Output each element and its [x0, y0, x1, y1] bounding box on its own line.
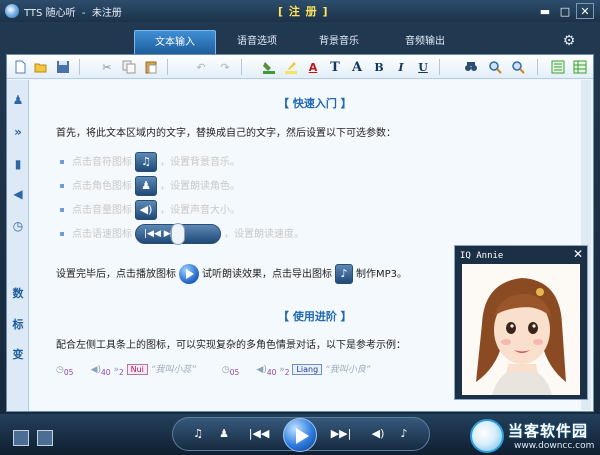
role-tag-liang: Liang: [292, 364, 323, 375]
bullet-music: 点击音符图标 ♫ ，设置背景音乐。: [60, 152, 240, 172]
bullet-role: 点击角色图标 ♟ ，设置朗读角色。: [60, 176, 240, 196]
paste-icon[interactable]: [143, 59, 159, 75]
example-quote-1: “我叫小蕊”: [150, 365, 197, 375]
voice-avatar-popup[interactable]: IQ Annie ✕: [454, 245, 588, 400]
speed-control-icon: |◀◀ ▶▶|: [135, 223, 221, 245]
view-list-icon[interactable]: [550, 59, 566, 75]
export-icon: ♪: [335, 264, 353, 284]
tab-text-input[interactable]: 文本输入: [134, 30, 216, 54]
example-row: ◷05 ◀)40 »2 Nui “我叫小蕊” ◷05 ◀)40 »2 Liang…: [56, 364, 371, 377]
font-icon[interactable]: T: [327, 59, 343, 75]
equalizer-icon[interactable]: ▮: [10, 156, 26, 172]
window-controls: ▬ □ ✕: [536, 3, 594, 19]
clock-tag-icon: ◷: [56, 365, 64, 375]
speaker-tag-icon: ◀): [256, 365, 267, 375]
fill-color-icon[interactable]: [261, 59, 277, 75]
play-button[interactable]: [283, 418, 317, 452]
music-note-icon: ♫: [135, 152, 157, 172]
role-icon[interactable]: ♟: [211, 426, 237, 442]
tab-audio-output[interactable]: 音频输出: [392, 30, 458, 54]
cut-icon[interactable]: ✂: [99, 59, 115, 75]
tab-voice-options[interactable]: 语音选项: [224, 30, 290, 54]
speaker-icon[interactable]: ◀: [10, 186, 26, 202]
intro-paragraph: 首先，将此文本区域内的文字，替换成自己的文字，然后设置以下可选参数：: [56, 128, 396, 139]
font-size-icon[interactable]: A: [349, 59, 365, 75]
after-setup-text: 设置完毕后，点击播放图标 试听朗读效果，点击导出图标 ♪ 制作MP3。: [56, 264, 407, 284]
view-grid-icon[interactable]: [572, 59, 588, 75]
watermark-logo-icon: [470, 419, 504, 453]
clock-tag-icon: ◷: [221, 365, 230, 375]
open-folder-icon[interactable]: [33, 59, 49, 75]
avatar: [462, 264, 580, 395]
clock-icon[interactable]: ◷: [10, 218, 26, 234]
watermark-url: www.downcc.com: [514, 441, 595, 451]
zoom-out-icon[interactable]: [510, 59, 526, 75]
zoom-in-icon[interactable]: [487, 59, 503, 75]
speaker-tag-icon: ◀): [90, 365, 102, 375]
maximize-button[interactable]: □: [556, 3, 574, 19]
register-link[interactable]: [ 注 册 ]: [278, 3, 329, 19]
example-quote-2: “我叫小良”: [325, 365, 371, 375]
role-tag-nui: Nui: [126, 364, 148, 375]
play-round-icon: [179, 264, 199, 284]
format-toolbar: ✂ ↶ ↷ A T A B I U: [7, 55, 593, 79]
underline-icon[interactable]: U: [415, 59, 431, 75]
label-tag-button[interactable]: 标: [11, 316, 25, 332]
previous-button[interactable]: |◀◀: [243, 426, 275, 442]
number-tag-button[interactable]: 数: [11, 285, 25, 301]
export-mp3-button[interactable]: ♪: [391, 426, 417, 442]
font-color-icon[interactable]: A: [305, 59, 321, 75]
person-icon[interactable]: ♟: [10, 92, 26, 108]
watermark-name: 当客软件园: [508, 422, 589, 440]
app-title: TTS 随心听 - 未注册: [24, 8, 122, 19]
italic-icon[interactable]: I: [393, 59, 409, 75]
undo-icon[interactable]: ↶: [193, 59, 209, 75]
redo-icon[interactable]: ↷: [217, 59, 233, 75]
close-button[interactable]: ✕: [576, 3, 594, 19]
tab-background-music[interactable]: 背景音乐: [306, 30, 372, 54]
left-toolbar: ♟ » ▮ ◀ ◷ 数 标 变: [7, 80, 29, 411]
tab-strip: 文本输入 语音选项 背景音乐 音频输出 ⚙: [0, 28, 600, 54]
gear-icon[interactable]: ⚙: [561, 33, 577, 49]
new-file-icon[interactable]: [12, 59, 28, 75]
music-icon[interactable]: ♫: [185, 426, 211, 442]
quick-start-heading: 【 快速入门 】: [278, 97, 352, 110]
popup-title: IQ Annie: [460, 251, 504, 261]
volume-button[interactable]: ◀): [365, 426, 391, 442]
copy-icon[interactable]: [121, 59, 137, 75]
bold-icon[interactable]: B: [371, 59, 387, 75]
change-tag-button[interactable]: 变: [11, 346, 25, 362]
window-mode-icon[interactable]: [37, 430, 53, 446]
forward-icon[interactable]: »: [10, 124, 26, 140]
popup-close-icon[interactable]: ✕: [573, 247, 583, 261]
app-window: TTS 随心听 - 未注册 [ 注 册 ] ▬ □ ✕ 文本输入 语音选项 背景…: [0, 0, 600, 455]
find-icon[interactable]: [463, 59, 479, 75]
save-icon[interactable]: [55, 59, 71, 75]
next-button[interactable]: ▶▶|: [325, 426, 357, 442]
app-logo-icon: [5, 4, 19, 18]
minimize-button[interactable]: ▬: [536, 3, 554, 19]
bullet-speed: 点击语速图标 |◀◀ ▶▶| ，设置朗读速度。: [60, 223, 304, 245]
volume-icon: ◀): [135, 200, 157, 220]
playback-controls: ♫ ♟ |◀◀ ▶▶| ◀) ♪: [172, 417, 430, 452]
title-bar[interactable]: TTS 随心听 - 未注册 [ 注 册 ] ▬ □ ✕: [0, 0, 600, 22]
site-watermark: 当客软件园 www.downcc.com: [470, 417, 600, 455]
screen-mode-icon[interactable]: [13, 430, 29, 446]
role-person-icon: ♟: [135, 176, 157, 196]
highlight-icon[interactable]: [283, 59, 299, 75]
player-bar: ♫ ♟ |◀◀ ▶▶| ◀) ♪ 当客软件园 www.downcc.com: [0, 414, 600, 455]
bullet-volume: 点击音量图标 ◀) ，设置声音大小。: [60, 200, 240, 220]
advanced-heading: 【 使用进阶 】: [278, 310, 352, 323]
advanced-paragraph: 配合左侧工具条上的图标，可以实现复杂的多角色情景对话，以下是参考示例：: [56, 340, 406, 351]
